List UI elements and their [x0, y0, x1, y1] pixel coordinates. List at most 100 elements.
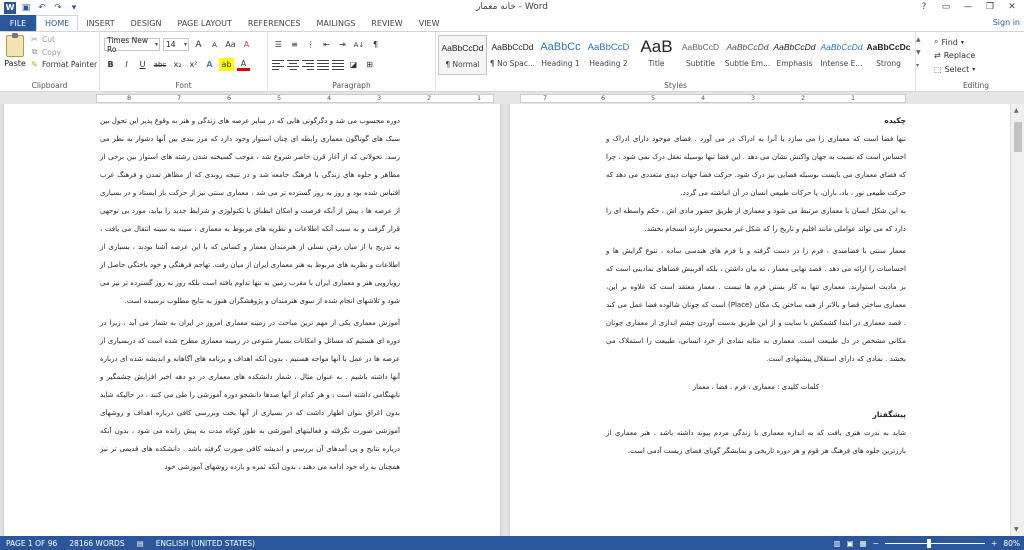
tab-references[interactable]: REFERENCES	[240, 15, 309, 31]
style-subtitle[interactable]: AaBbCcD Subtitle	[676, 35, 725, 75]
redo-icon[interactable]: ↷	[52, 2, 64, 14]
left-page-ruler[interactable]: 1 2 3 4 5 6 7 8	[96, 94, 494, 103]
word-count[interactable]: 28166 WORDS	[63, 539, 130, 548]
clipboard-group-label: Clipboard	[31, 81, 68, 90]
justify-icon[interactable]	[317, 59, 329, 70]
increase-indent-icon[interactable]: ⇥	[336, 38, 349, 51]
tab-home[interactable]: HOME	[36, 15, 79, 31]
style-strong[interactable]: AaBbCcDc Strong	[864, 35, 913, 75]
print-layout-icon[interactable]: ▣	[847, 539, 854, 548]
grow-font-button[interactable]: A	[192, 38, 205, 51]
bullets-icon[interactable]: ☰	[272, 38, 285, 51]
ribbon-display-icon[interactable]: ▭	[936, 0, 956, 14]
underline-button[interactable]: U	[136, 58, 149, 71]
show-formatting-button[interactable]: ¶	[369, 38, 382, 51]
change-case-button[interactable]: Aa	[224, 38, 237, 51]
web-layout-icon[interactable]: ▦	[860, 539, 867, 548]
borders-icon[interactable]: ⊞	[363, 58, 376, 71]
style-intense-emphasis[interactable]: AaBbCcDd Intense E...	[817, 35, 866, 75]
zoom-slider-thumb[interactable]	[927, 538, 932, 548]
proofing-icon[interactable]: ▤	[131, 539, 150, 548]
scroll-up-icon[interactable]: ▲	[1014, 107, 1019, 114]
numbering-icon[interactable]: ≡	[288, 38, 301, 51]
font-name-combo[interactable]: Times New Ro ▾	[104, 36, 160, 54]
subscript-button[interactable]: x₂	[171, 58, 184, 71]
font-group-label: Font	[175, 81, 192, 90]
bold-button[interactable]: B	[104, 58, 117, 71]
restore-button[interactable]: ❐	[980, 0, 1000, 14]
shading-icon[interactable]: ◪	[347, 58, 360, 71]
undo-icon[interactable]: ↶	[36, 2, 48, 14]
tab-insert[interactable]: INSERT	[78, 15, 122, 31]
font-color-button[interactable]: A	[237, 58, 250, 71]
zoom-out-button[interactable]: −	[873, 539, 879, 548]
scissors-icon: ✂	[31, 35, 38, 44]
style-title[interactable]: AaB Title	[632, 35, 681, 75]
ribbon-tabs: FILE HOME INSERT DESIGN PAGE LAYOUT REFE…	[0, 15, 1024, 31]
quick-access-toolbar: W ▣ ↶ ↷ ▾	[0, 1, 80, 14]
find-button[interactable]: ⌕ Find ▾	[934, 37, 964, 47]
tab-mailings[interactable]: MAILINGS	[308, 15, 363, 31]
copy-icon: ⧉	[31, 47, 38, 56]
sign-in-link[interactable]: Sign in	[993, 18, 1020, 27]
style-heading-1[interactable]: AaBbCc Heading 1	[536, 35, 585, 75]
line-spacing-icon[interactable]	[332, 59, 344, 70]
tab-view[interactable]: VIEW	[411, 15, 448, 31]
copy-button[interactable]: ⧉ Copy	[30, 47, 97, 57]
superscript-button[interactable]: x²	[187, 58, 200, 71]
sort-button[interactable]: A↓	[352, 38, 366, 51]
font-group: Times New Ro ▾ 14 ▾ A A Aa A B I U abc x₂ …	[100, 32, 268, 92]
align-right-icon[interactable]	[302, 59, 314, 70]
document-area: دوره محسوب می شد و دگرگونی هایی که در سا…	[0, 104, 1010, 536]
close-button[interactable]: ✕	[1002, 0, 1022, 14]
minimize-button[interactable]: —	[958, 0, 978, 14]
tab-review[interactable]: REVIEW	[363, 15, 410, 31]
ribbon: Paste ✂ Cut ⧉ Copy ✎ Format Painter Clipboa…	[0, 31, 1024, 92]
style-subtle-emphasis[interactable]: AaBbCcDd Subtle Em...	[723, 35, 772, 75]
styles-scroll: ▲ ▼ ▾	[916, 36, 924, 69]
scroll-thumb[interactable]	[1014, 122, 1022, 152]
clear-formatting-button[interactable]: A	[240, 38, 253, 51]
chevron-up-icon[interactable]: ▲	[916, 36, 924, 43]
brush-icon: ✎	[31, 60, 38, 69]
strikethrough-button[interactable]: abc	[152, 58, 168, 71]
tab-design[interactable]: DESIGN	[123, 15, 170, 31]
align-center-icon[interactable]	[287, 59, 299, 70]
read-mode-icon[interactable]: ▥	[833, 539, 840, 548]
zoom-slider[interactable]	[885, 538, 986, 548]
tab-file[interactable]: FILE	[0, 15, 36, 31]
zoom-level[interactable]: 80%	[1003, 539, 1020, 548]
style-no-spacing[interactable]: AaBbCcDd ¶ No Spac...	[488, 35, 537, 75]
customize-qat-icon[interactable]: ▾	[68, 2, 80, 14]
shrink-font-button[interactable]: A	[208, 38, 221, 51]
multilevel-list-icon[interactable]: ⋮	[304, 38, 317, 51]
paragraph: شاید به ندرت هنری یافت که به اندازه معما…	[606, 429, 906, 455]
style-heading-2[interactable]: AaBbCcD Heading 2	[584, 35, 633, 75]
paste-button[interactable]: Paste	[4, 33, 26, 75]
cut-button[interactable]: ✂ Cut	[30, 35, 97, 44]
help-button[interactable]: ?	[914, 0, 934, 14]
vertical-scrollbar[interactable]: ▲ ▼	[1010, 104, 1024, 536]
right-page[interactable]: چکیده تنها فضا است که معماری را می سازد …	[510, 104, 1010, 536]
scroll-down-icon[interactable]: ▼	[1014, 526, 1019, 533]
style-normal[interactable]: AaBbCcDd ¶ Normal	[438, 35, 487, 75]
format-painter-button[interactable]: ✎ Format Painter	[30, 60, 97, 69]
italic-button[interactable]: I	[120, 58, 133, 71]
align-left-icon[interactable]	[272, 59, 284, 70]
style-emphasis[interactable]: AaBbCcDd Emphasis	[770, 35, 819, 75]
left-page[interactable]: دوره محسوب می شد و دگرگونی هایی که در سا…	[4, 104, 500, 536]
text-effects-icon[interactable]: A	[203, 58, 216, 71]
select-button[interactable]: ⬚ Select ▾	[934, 65, 975, 74]
save-icon[interactable]: ▣	[20, 2, 32, 14]
chevron-down-icon[interactable]: ▼	[916, 49, 924, 56]
font-size-combo[interactable]: 14 ▾	[163, 38, 189, 51]
page-count[interactable]: PAGE 1 OF 96	[0, 539, 63, 548]
highlight-button[interactable]: ab	[219, 58, 234, 71]
replace-button[interactable]: ⇄ Replace	[934, 51, 975, 60]
language-indicator[interactable]: ENGLISH (UNITED STATES)	[150, 539, 261, 548]
tab-page-layout[interactable]: PAGE LAYOUT	[169, 15, 239, 31]
more-styles-icon[interactable]: ▾	[916, 62, 924, 69]
decrease-indent-icon[interactable]: ⇤	[320, 38, 333, 51]
right-page-ruler[interactable]: 1 2 3 4 5 6 7	[520, 94, 906, 103]
zoom-in-button[interactable]: +	[991, 539, 997, 548]
